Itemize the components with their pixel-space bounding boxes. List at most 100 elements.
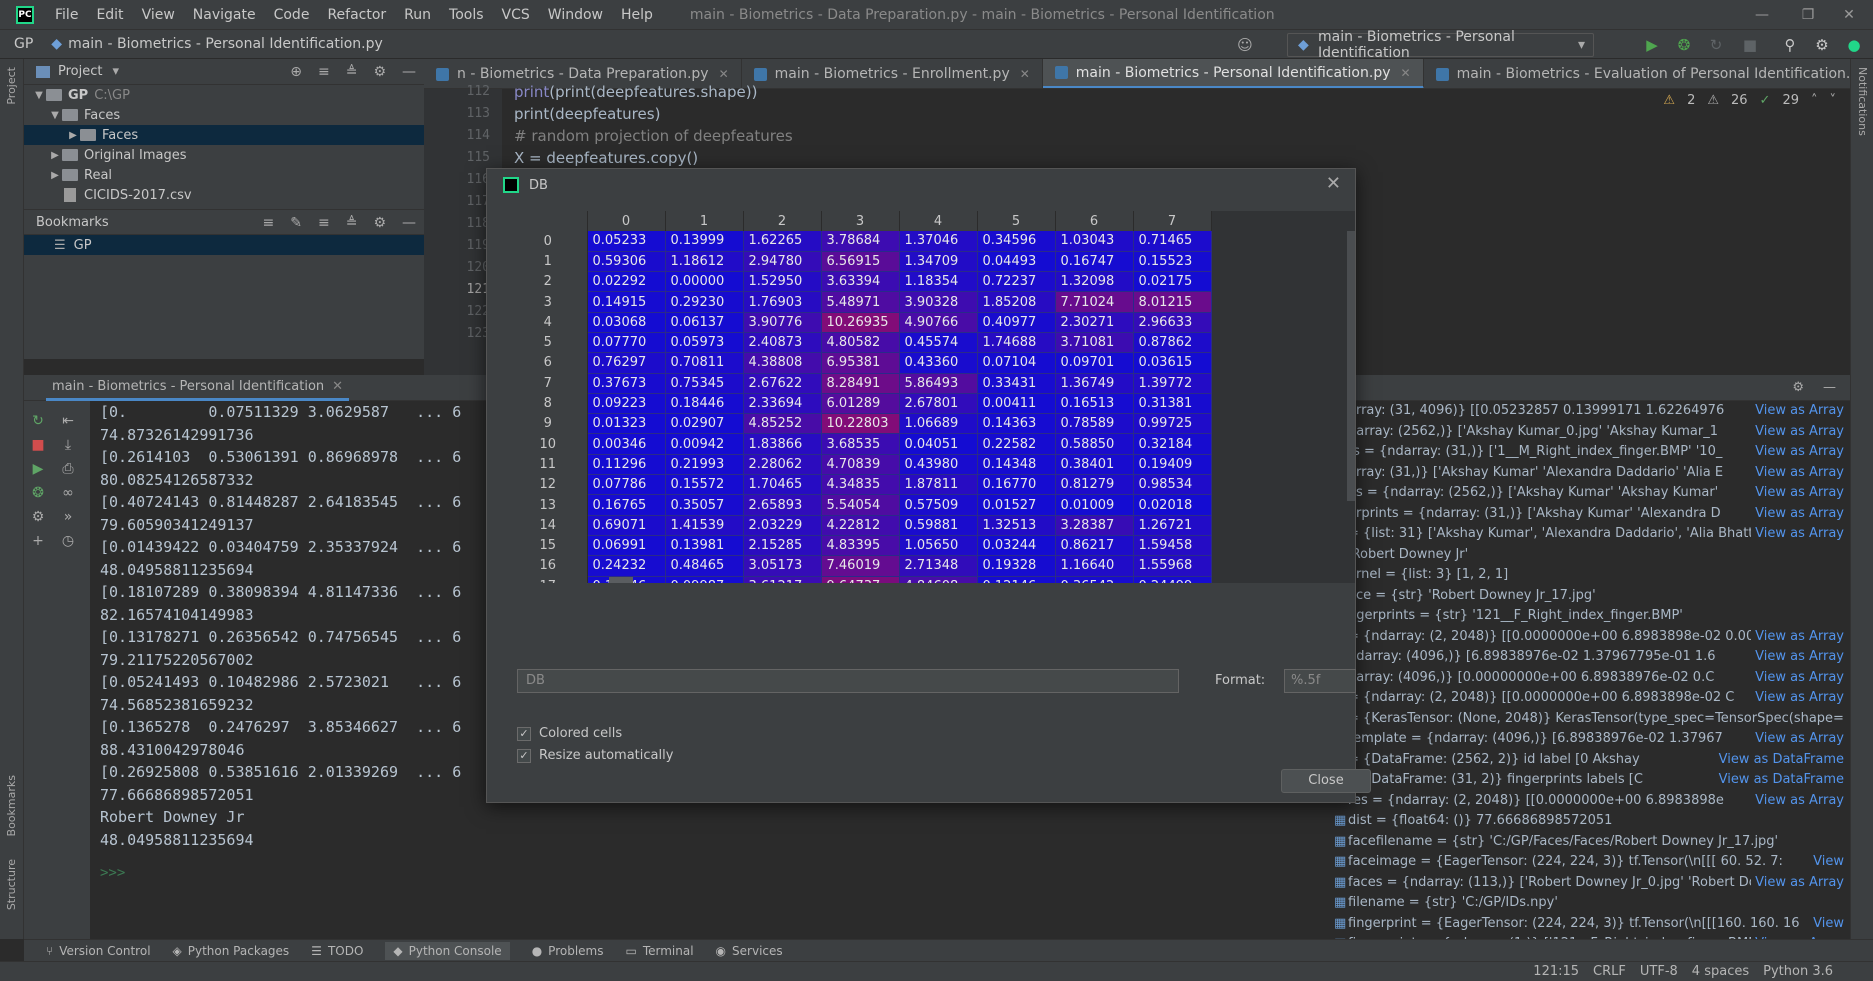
table-cell[interactable]: 0.48465 bbox=[665, 555, 744, 577]
expression-input[interactable]: DB bbox=[517, 669, 1179, 693]
variable-row[interactable]: = {ndarray: (2, 2048)} [[0.0000000e+00 6… bbox=[1328, 626, 1850, 647]
menu-item-run[interactable]: Run bbox=[395, 7, 440, 23]
table-cell[interactable]: 0.34596 bbox=[977, 231, 1056, 252]
table-cell[interactable]: 0.13981 bbox=[665, 535, 744, 557]
menu-item-navigate[interactable]: Navigate bbox=[184, 7, 265, 23]
run-configuration-select[interactable]: ◆ main - Biometrics - Personal Identifica… bbox=[1287, 29, 1594, 61]
table-cell[interactable]: 3.28387 bbox=[1055, 515, 1134, 536]
table-cell[interactable]: 2.67801 bbox=[899, 393, 978, 415]
project-panel-title[interactable]: Project bbox=[58, 64, 102, 79]
indent-setting[interactable]: 4 spaces bbox=[1692, 964, 1749, 979]
table-cell[interactable]: 3.78684 bbox=[821, 231, 900, 252]
table-cell[interactable]: 1.74688 bbox=[977, 332, 1056, 354]
table-cell[interactable]: 1.55968 bbox=[1133, 555, 1212, 577]
file-encoding[interactable]: UTF-8 bbox=[1640, 964, 1678, 979]
close-window-icon[interactable]: ✕ bbox=[1826, 0, 1872, 29]
gear-icon[interactable]: ⚙ bbox=[1813, 36, 1831, 54]
variable-row[interactable]: ▦ filename = {str} 'C:/GP/IDs.npy' bbox=[1328, 893, 1850, 914]
table-cell[interactable]: 0.72237 bbox=[977, 271, 1056, 293]
variable-row[interactable]: = {ndarray: (2, 2048)} [[0.0000000e+00 6… bbox=[1328, 688, 1850, 709]
run-icon[interactable]: ▶ bbox=[1643, 36, 1661, 54]
table-cell[interactable]: 3.05173 bbox=[743, 555, 822, 577]
table-cell[interactable]: 4.80582 bbox=[821, 332, 900, 354]
table-cell[interactable]: 6.56915 bbox=[821, 251, 900, 273]
table-cell[interactable]: 0.59306 bbox=[587, 251, 666, 273]
table-cell[interactable]: 4.84608 bbox=[899, 576, 978, 583]
menu-item-vcs[interactable]: VCS bbox=[493, 7, 539, 23]
view-as-link[interactable]: View bbox=[1809, 852, 1844, 873]
table-cell[interactable]: 0.24232 bbox=[587, 555, 666, 577]
table-cell[interactable]: 2.67622 bbox=[743, 373, 822, 394]
table-cell[interactable]: 0.75345 bbox=[665, 373, 744, 394]
menu-item-tools[interactable]: Tools bbox=[440, 7, 493, 23]
table-cell[interactable]: 10.26935 bbox=[821, 312, 900, 333]
table-cell[interactable]: 0.09701 bbox=[1055, 352, 1134, 374]
expand-all-icon[interactable]: ≡ bbox=[318, 64, 330, 80]
table-cell[interactable]: 0.76297 bbox=[587, 352, 666, 374]
table-cell[interactable]: 4.83395 bbox=[821, 535, 900, 557]
variable-row[interactable]: 'Robert Downey Jr' bbox=[1328, 545, 1850, 566]
table-cell[interactable]: 0.09987 bbox=[665, 576, 744, 583]
tree-item-faces[interactable]: ▼ Faces bbox=[24, 105, 424, 125]
table-cell[interactable]: 0.06991 bbox=[587, 535, 666, 557]
table-cell[interactable]: 6.95381 bbox=[821, 352, 900, 374]
table-cell[interactable]: 2.15285 bbox=[743, 535, 822, 557]
breadcrumb-project[interactable]: GP bbox=[14, 36, 33, 52]
column-header[interactable]: 7 bbox=[1133, 211, 1212, 231]
table-cell[interactable]: 0.03068 bbox=[587, 312, 666, 333]
scroll-to-end-icon[interactable]: ⤓ bbox=[60, 437, 76, 453]
gear-icon[interactable]: ⚙ bbox=[373, 64, 386, 80]
table-cell[interactable]: 0.22582 bbox=[977, 433, 1056, 455]
table-cell[interactable]: 0.12146 bbox=[977, 576, 1056, 583]
gear-icon[interactable]: ⚙ bbox=[30, 509, 46, 525]
view-as-link[interactable]: View as Array bbox=[1751, 790, 1844, 811]
variable-row[interactable]: = {KerasTensor: (None, 2048)} KerasTenso… bbox=[1328, 709, 1850, 730]
tool-tab-services[interactable]: ◉ Services bbox=[716, 944, 783, 958]
table-cell[interactable]: 4.70839 bbox=[821, 454, 900, 476]
restore-icon[interactable]: ❐ bbox=[1785, 0, 1831, 29]
table-cell[interactable]: 4.34835 bbox=[821, 474, 900, 496]
tree-item-faces-sub[interactable]: ▶ Faces bbox=[24, 125, 424, 145]
close-icon[interactable]: ✕ bbox=[1401, 66, 1411, 80]
column-header[interactable]: 6 bbox=[1055, 211, 1134, 231]
jetbrains-icon[interactable]: ● bbox=[1845, 36, 1863, 54]
table-cell[interactable]: 0.78589 bbox=[1055, 413, 1134, 435]
table-cell[interactable]: 0.00000 bbox=[665, 271, 744, 293]
table-cell[interactable]: 1.18354 bbox=[899, 271, 978, 293]
close-icon[interactable]: ✕ bbox=[332, 379, 343, 394]
print-icon[interactable]: ⎙ bbox=[60, 461, 76, 477]
table-cell[interactable]: 0.01527 bbox=[977, 494, 1056, 516]
forward-icon[interactable]: » bbox=[60, 509, 76, 525]
column-header[interactable]: 1 bbox=[665, 211, 744, 231]
table-cell[interactable]: 0.70811 bbox=[665, 352, 744, 374]
tool-tab-version-control[interactable]: ⑂ Version Control bbox=[46, 944, 151, 958]
editor-tab[interactable]: main - Biometrics - Evaluation of Person… bbox=[1424, 59, 1850, 88]
view-as-link[interactable]: View as Array bbox=[1751, 442, 1844, 463]
debug-icon[interactable]: ❂ bbox=[30, 485, 46, 501]
table-cell[interactable]: 0.69071 bbox=[587, 515, 666, 536]
table-cell[interactable]: 5.48971 bbox=[821, 291, 900, 313]
variable-row[interactable]: es = {ndarray: (2562,)} ['Akshay Kumar' … bbox=[1328, 483, 1850, 504]
table-cell[interactable]: 3.71081 bbox=[1055, 332, 1134, 354]
table-cell[interactable]: 0.05973 bbox=[665, 332, 744, 354]
bookmark-item-gp[interactable]: ☰ GP bbox=[24, 235, 424, 255]
variable-row[interactable]: template = {ndarray: (4096,)} [6.8983897… bbox=[1328, 729, 1850, 750]
table-cell[interactable]: 0.01323 bbox=[587, 413, 666, 435]
code-area[interactable]: print(print(deepfeatures.shape)) print(d… bbox=[514, 83, 793, 169]
table-cell[interactable]: 0.14363 bbox=[977, 413, 1056, 435]
table-cell[interactable]: 1.37046 bbox=[899, 231, 978, 252]
format-input[interactable]: %.5f bbox=[1284, 669, 1356, 693]
table-cell[interactable]: 0.07104 bbox=[977, 352, 1056, 374]
stop-icon[interactable]: ■ bbox=[1741, 36, 1759, 54]
table-cell[interactable]: 4.38808 bbox=[743, 352, 822, 374]
table-cell[interactable]: 0.18446 bbox=[665, 393, 744, 415]
variable-row[interactable]: = {DataFrame: (31, 2)} fingerprints labe… bbox=[1328, 770, 1850, 791]
hide-icon[interactable]: — bbox=[402, 215, 416, 231]
close-icon[interactable]: ✕ bbox=[719, 67, 729, 81]
menu-item-refactor[interactable]: Refactor bbox=[318, 7, 395, 23]
table-cell[interactable]: 0.00411 bbox=[977, 393, 1056, 415]
table-cell[interactable]: 5.54054 bbox=[821, 494, 900, 516]
table-cell[interactable]: 0.07770 bbox=[587, 332, 666, 354]
table-cell[interactable]: 0.36542 bbox=[1055, 576, 1134, 583]
menu-item-view[interactable]: View bbox=[133, 7, 184, 23]
